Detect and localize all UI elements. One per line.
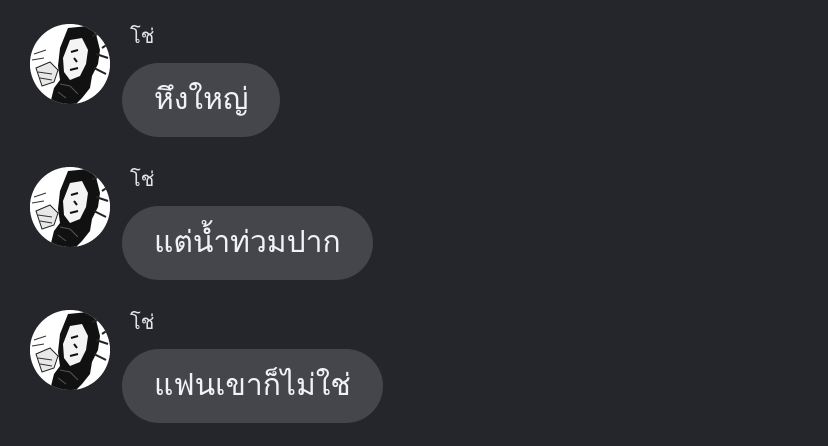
avatar[interactable] <box>30 24 110 104</box>
message-group: โช่ หึงใหญ่ <box>0 0 828 137</box>
avatar[interactable] <box>30 167 110 247</box>
message-group: โช่ แต่น้ำท่วมปาก <box>0 143 828 280</box>
manga-character-avatar-icon <box>30 167 110 247</box>
message-bubble[interactable]: แต่น้ำท่วมปาก <box>122 206 373 280</box>
sender-name: โช่ <box>130 167 155 191</box>
avatar[interactable] <box>30 310 110 390</box>
sender-name: โช่ <box>130 24 155 48</box>
manga-character-avatar-icon <box>30 310 110 390</box>
message-bubble[interactable]: หึงใหญ่ <box>122 63 281 137</box>
message-group: โช่ แฟนเขาก็ไม่ใช่ <box>0 286 828 423</box>
message-bubble[interactable]: แฟนเขาก็ไม่ใช่ <box>122 349 383 423</box>
sender-name: โช่ <box>130 310 155 334</box>
manga-character-avatar-icon <box>30 24 110 104</box>
